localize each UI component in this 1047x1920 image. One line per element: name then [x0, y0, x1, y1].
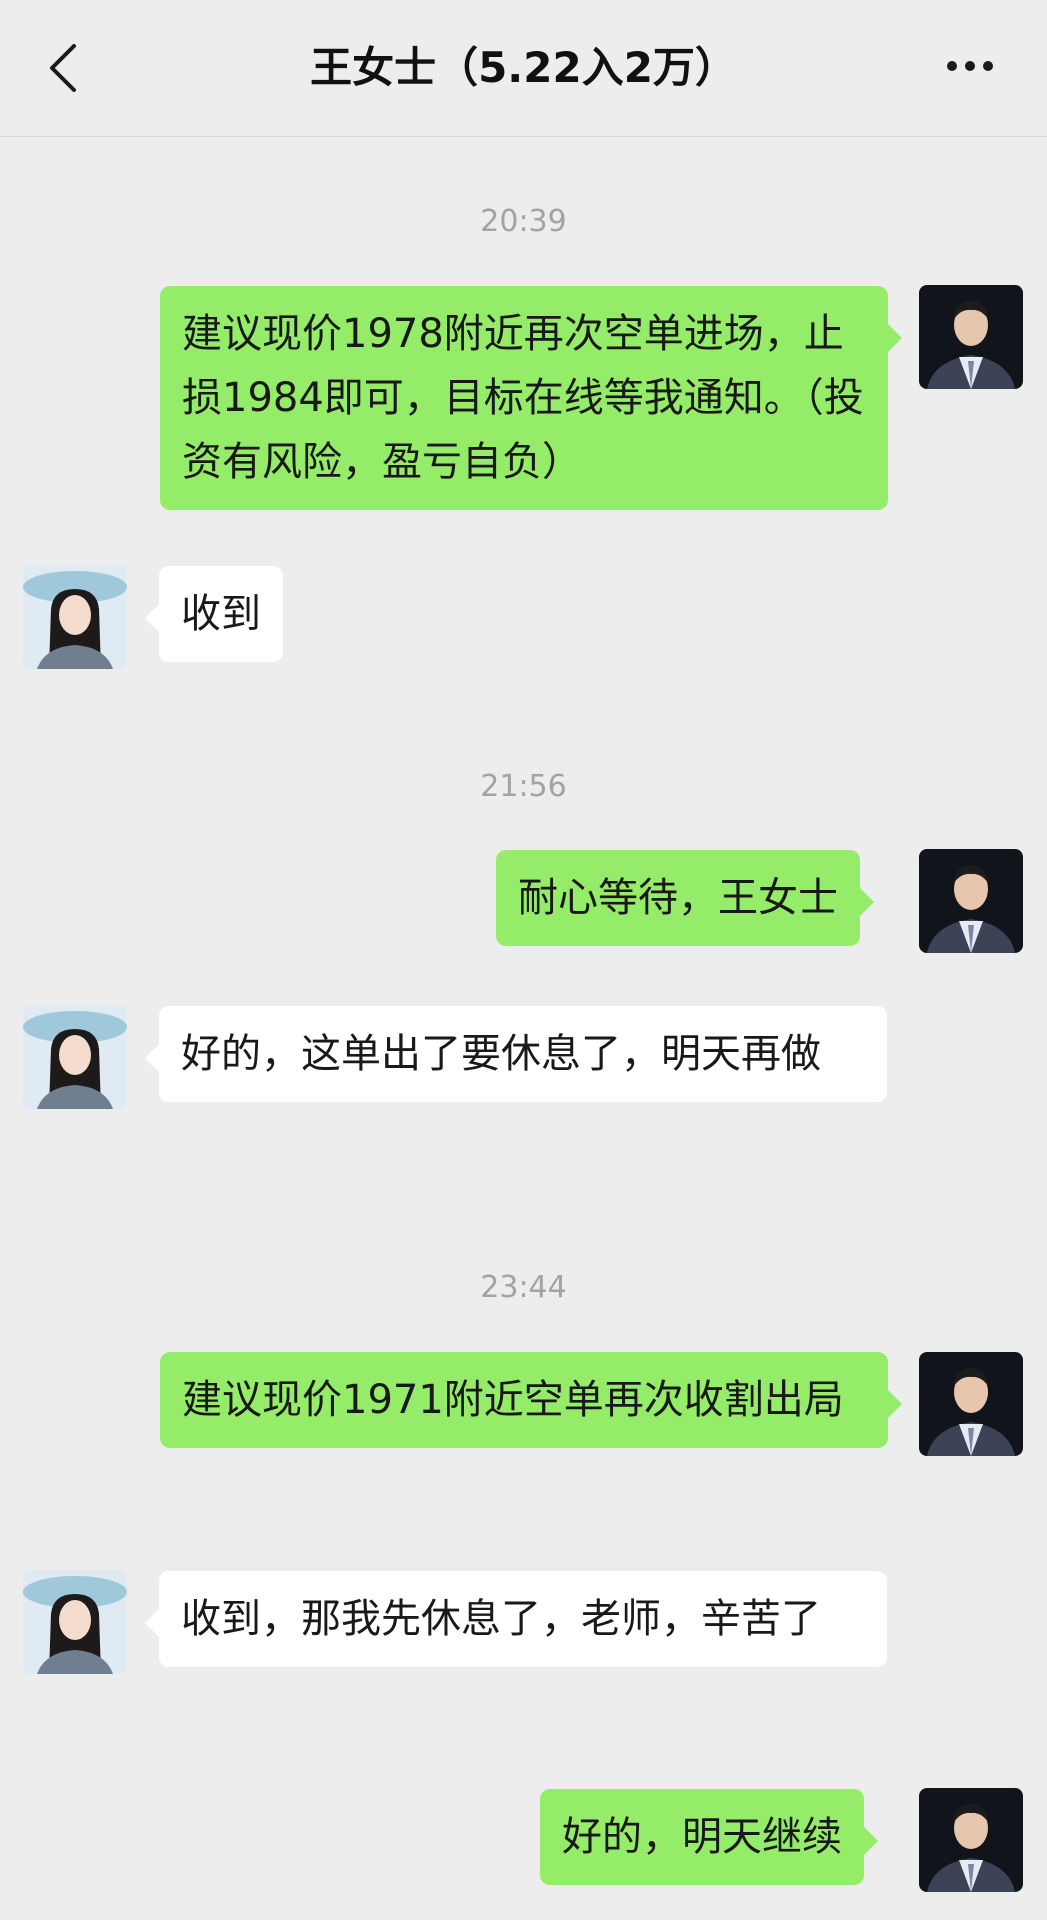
timestamp: 21:56 — [480, 769, 567, 804]
chat-header: 王女士（5.22入2万） — [0, 0, 1047, 137]
avatar-other[interactable] — [23, 1005, 127, 1109]
more-button[interactable] — [940, 44, 1000, 88]
message-bubble-other[interactable]: 收到 — [145, 566, 283, 662]
chat-screen: 王女士（5.22入2万） 20:39 建议现价1978附近再次空单进场，止损19… — [0, 0, 1047, 1920]
chevron-left-icon — [50, 44, 76, 92]
timestamp: 20:39 — [480, 204, 567, 239]
chat-title: 王女士（5.22入2万） — [310, 43, 737, 92]
avatar-woman-icon — [23, 1005, 127, 1109]
avatar-self[interactable] — [919, 1788, 1023, 1892]
avatar-man-icon — [919, 1788, 1023, 1892]
avatar-woman-icon — [23, 565, 127, 669]
avatar-self[interactable] — [919, 1352, 1023, 1456]
avatar-man-icon — [919, 1352, 1023, 1456]
avatar-other[interactable] — [23, 1570, 127, 1674]
message-bubble-self[interactable]: 耐心等待，王女士 — [496, 850, 874, 946]
message-bubble-self[interactable]: 好的，明天继续 — [540, 1789, 878, 1885]
avatar-woman-icon — [23, 1570, 127, 1674]
more-dots-icon — [947, 61, 993, 71]
message-bubble-self[interactable]: 建议现价1978附近再次空单进场，止损1984即可，目标在线等我通知。（投资有风… — [160, 286, 902, 510]
avatar-man-icon — [919, 285, 1023, 389]
back-button[interactable] — [40, 36, 88, 100]
avatar-man-icon — [919, 849, 1023, 953]
message-bubble-other[interactable]: 好的，这单出了要休息了，明天再做 — [145, 1006, 887, 1102]
message-bubble-other[interactable]: 收到，那我先休息了，老师，辛苦了 — [145, 1571, 887, 1667]
message-bubble-self[interactable]: 建议现价1971附近空单再次收割出局 — [160, 1352, 902, 1448]
avatar-self[interactable] — [919, 849, 1023, 953]
avatar-self[interactable] — [919, 285, 1023, 389]
timestamp: 23:44 — [480, 1270, 567, 1305]
avatar-other[interactable] — [23, 565, 127, 669]
